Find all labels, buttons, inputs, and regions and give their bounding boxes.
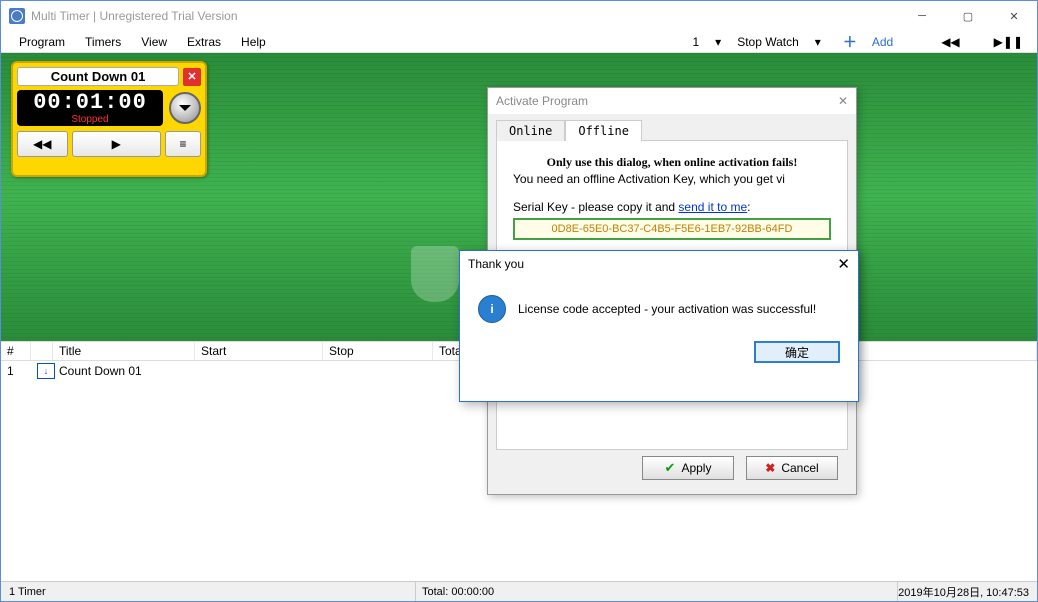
cancel-button[interactable]: ✖Cancel: [746, 456, 838, 480]
row-num: 1: [1, 363, 31, 379]
col-header-num[interactable]: #: [1, 342, 31, 360]
rewind-icon[interactable]: ◀◀: [935, 35, 965, 49]
activate-dialog-title: Activate Program: [496, 94, 588, 108]
statusbar: 1 Timer Total: 00:00:00 2019年10月28日, 10:…: [1, 581, 1037, 601]
mode-selector[interactable]: Stop Watch: [731, 35, 805, 49]
x-icon: ✖: [765, 461, 775, 475]
timer-number[interactable]: 1: [686, 35, 705, 49]
activate-close-button[interactable]: ✕: [838, 94, 848, 108]
app-icon: [9, 8, 25, 24]
col-header-title[interactable]: Title: [53, 342, 195, 360]
thankyou-title: Thank you: [468, 257, 524, 271]
thankyou-dialog: Thank you ✕ i License code accepted - yo…: [459, 250, 859, 402]
timer-close-button[interactable]: ✕: [183, 68, 201, 86]
chevron-down-icon[interactable]: ▾: [809, 35, 827, 49]
maximize-button[interactable]: ▢: [945, 1, 991, 31]
timer-card[interactable]: Count Down 01 ✕ 00:01:00 Stopped ◀◀ ▶ ≡: [11, 61, 207, 177]
send-link[interactable]: send it to me: [678, 200, 747, 214]
status-timer-count: 1 Timer: [7, 586, 415, 598]
chevron-down-icon[interactable]: ▾: [709, 35, 727, 49]
titlebar: Multi Timer | Unregistered Trial Version…: [1, 1, 1037, 31]
thankyou-message: License code accepted - your activation …: [518, 302, 816, 316]
shield-icon: [411, 246, 459, 302]
tab-offline[interactable]: Offline: [565, 120, 642, 141]
ok-button[interactable]: 确定: [754, 341, 840, 363]
status-total: Total: 00:00:00: [416, 586, 897, 598]
tab-online[interactable]: Online: [496, 120, 565, 141]
close-window-button[interactable]: ✕: [991, 1, 1037, 31]
timer-rewind-button[interactable]: ◀◀: [17, 131, 68, 157]
col-header-start[interactable]: Start: [195, 342, 323, 360]
minimize-button[interactable]: ─: [899, 1, 945, 31]
timer-display: 00:01:00 Stopped: [17, 90, 163, 126]
apply-button[interactable]: ✔Apply: [642, 456, 734, 480]
row-title: Count Down 01: [53, 363, 195, 379]
menu-help[interactable]: Help: [231, 33, 276, 51]
window-title: Multi Timer | Unregistered Trial Version: [31, 9, 899, 23]
menu-program[interactable]: Program: [9, 33, 75, 51]
col-header-stop[interactable]: Stop: [323, 342, 433, 360]
timer-status: Stopped: [17, 114, 163, 125]
timer-time: 00:01:00: [17, 92, 163, 114]
thankyou-close-button[interactable]: ✕: [837, 255, 850, 273]
play-pause-icon[interactable]: ▶❚❚: [988, 35, 1029, 49]
warning-text: Only use this dialog, when online activa…: [513, 155, 831, 170]
check-icon: ✔: [665, 460, 676, 476]
timer-title[interactable]: Count Down 01: [17, 67, 179, 86]
plus-icon: ＋: [837, 32, 863, 52]
serial-label: Serial Key - please copy it and: [513, 200, 678, 214]
instruction-text: You need an offline Activation Key, whic…: [513, 172, 831, 186]
timer-play-button[interactable]: ▶: [72, 131, 161, 157]
timer-knob[interactable]: [169, 92, 201, 124]
timer-menu-button[interactable]: ≡: [165, 131, 201, 157]
menu-timers[interactable]: Timers: [75, 33, 131, 51]
col-header-icon[interactable]: [31, 342, 53, 360]
add-timer-button[interactable]: ＋Add: [831, 32, 905, 52]
menu-extras[interactable]: Extras: [177, 33, 231, 51]
info-icon: i: [478, 295, 506, 323]
status-datetime: 2019年10月28日, 10:47:53: [898, 584, 1031, 600]
menubar: Program Timers View Extras Help 1 ▾ Stop…: [1, 31, 1037, 53]
menu-view[interactable]: View: [131, 33, 177, 51]
serial-key-field[interactable]: 0D8E-65E0-BC37-C4B5-F5E6-1EB7-92BB-64FD: [513, 218, 831, 240]
workspace: Count Down 01 ✕ 00:01:00 Stopped ◀◀ ▶ ≡ …: [1, 53, 1037, 341]
